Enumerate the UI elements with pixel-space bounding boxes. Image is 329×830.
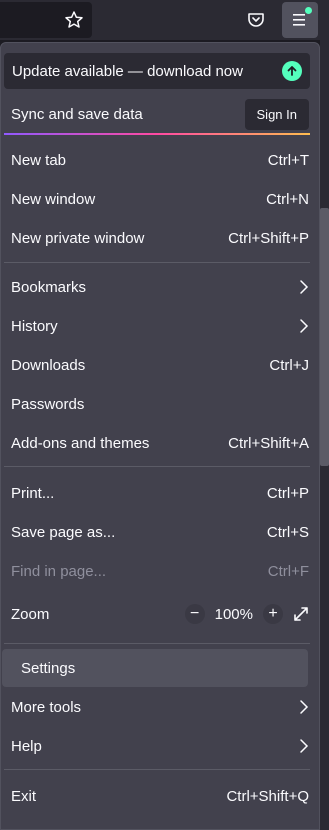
shortcut-label: Ctrl+J xyxy=(269,356,309,374)
account-divider xyxy=(4,133,310,135)
update-badge xyxy=(305,7,312,14)
menu-item-bookmarks[interactable]: Bookmarks xyxy=(1,268,319,306)
menu-item-label: Zoom xyxy=(11,605,50,623)
menu-item-label: Exit xyxy=(11,787,37,805)
menu-item-label: Save page as... xyxy=(11,523,116,541)
shortcut-label: Ctrl+S xyxy=(266,523,309,541)
update-label: Update available — download now xyxy=(12,62,243,80)
menu-item-label: Help xyxy=(11,737,42,755)
scrollbar-thumb[interactable] xyxy=(320,208,329,466)
menu-item-help[interactable]: Help xyxy=(1,727,319,765)
shortcut-label: Ctrl+N xyxy=(266,190,309,208)
browser-toolbar xyxy=(0,0,329,40)
zoom-level[interactable]: 100% xyxy=(215,606,253,623)
menu-separator xyxy=(4,643,310,644)
chevron-right-icon xyxy=(299,279,309,295)
chevron-right-icon xyxy=(299,738,309,754)
chevron-right-icon xyxy=(299,318,309,334)
sync-label: Sync and save data xyxy=(11,105,143,123)
menu-item-label: Add-ons and themes xyxy=(11,434,150,452)
menu-item-save-page-as[interactable]: Save page as... Ctrl+S xyxy=(1,513,319,551)
star-icon[interactable] xyxy=(56,2,92,38)
shortcut-label: Ctrl+Shift+Q xyxy=(226,787,309,805)
update-banner[interactable]: Update available — download now xyxy=(4,53,310,89)
menu-item-new-private-window[interactable]: New private window Ctrl+Shift+P xyxy=(1,219,319,257)
menu-item-passwords[interactable]: Passwords xyxy=(1,385,319,423)
menu-item-label: Print... xyxy=(11,484,55,502)
shortcut-label: Ctrl+P xyxy=(266,484,309,502)
menu-item-label: New window xyxy=(11,190,96,208)
menu-item-new-window[interactable]: New window Ctrl+N xyxy=(1,180,319,218)
shortcut-label: Ctrl+Shift+A xyxy=(228,434,309,452)
menu-item-settings[interactable]: Settings xyxy=(2,649,308,687)
shortcut-label: Ctrl+Shift+P xyxy=(228,229,309,247)
menu-item-downloads[interactable]: Downloads Ctrl+J xyxy=(1,346,319,384)
menu-item-more-tools[interactable]: More tools xyxy=(1,688,319,726)
sync-row: Sync and save data Sign In xyxy=(1,95,319,133)
menu-item-label: Bookmarks xyxy=(11,278,87,296)
app-menu: Update available — download now Sync and… xyxy=(0,42,320,830)
menu-item-label: Settings xyxy=(21,659,76,677)
menu-item-print[interactable]: Print... Ctrl+P xyxy=(1,474,319,512)
menu-item-label: More tools xyxy=(11,698,82,716)
chevron-right-icon xyxy=(299,699,309,715)
menu-item-label: Downloads xyxy=(11,356,86,374)
menu-separator xyxy=(4,262,310,263)
shortcut-label: Ctrl+F xyxy=(267,562,309,580)
menu-item-new-tab[interactable]: New tab Ctrl+T xyxy=(1,141,319,179)
update-arrow-icon xyxy=(282,61,302,81)
menu-item-label: New tab xyxy=(11,151,67,169)
menu-item-find-in-page: Find in page... Ctrl+F xyxy=(1,552,319,590)
menu-item-label: Find in page... xyxy=(11,562,107,580)
menu-item-history[interactable]: History xyxy=(1,307,319,345)
menu-separator xyxy=(4,769,310,770)
zoom-out-button[interactable]: − xyxy=(184,604,205,624)
menu-item-label: Passwords xyxy=(11,395,85,413)
menu-separator xyxy=(4,466,310,467)
zoom-controls: − 100% + xyxy=(184,604,309,624)
menu-item-label: New private window xyxy=(11,229,145,247)
menu-item-zoom: Zoom − 100% + xyxy=(1,595,319,633)
menu-item-addons-themes[interactable]: Add-ons and themes Ctrl+Shift+A xyxy=(1,424,319,462)
shortcut-label: Ctrl+T xyxy=(267,151,309,169)
menu-item-exit[interactable]: Exit Ctrl+Shift+Q xyxy=(1,777,319,815)
sign-in-button[interactable]: Sign In xyxy=(244,98,309,130)
zoom-in-button[interactable]: + xyxy=(263,604,283,624)
menu-item-label: History xyxy=(11,317,58,335)
fullscreen-icon[interactable] xyxy=(293,606,309,622)
hamburger-menu-icon[interactable] xyxy=(282,2,318,38)
pocket-icon[interactable] xyxy=(238,2,274,38)
